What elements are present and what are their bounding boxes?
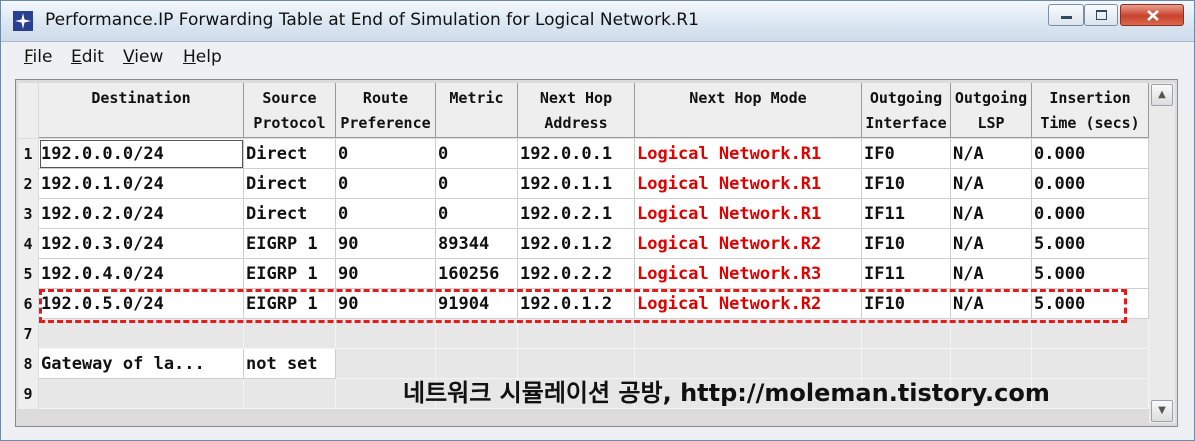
- close-icon: [1147, 10, 1159, 21]
- maximize-button[interactable]: [1084, 4, 1118, 26]
- table-cell[interactable]: Gateway of la...: [39, 349, 244, 379]
- column-header-outgoing-interface[interactable]: Outgoing Interface: [862, 83, 951, 138]
- table-cell[interactable]: N/A: [951, 169, 1032, 199]
- table-cell[interactable]: IF0: [862, 139, 951, 169]
- table-cell[interactable]: [244, 379, 336, 409]
- table-cell[interactable]: [951, 319, 1032, 349]
- column-header-next-hop-address[interactable]: Next Hop Address: [518, 83, 635, 138]
- table-cell[interactable]: 192.0.1.2: [518, 229, 635, 259]
- row-number[interactable]: 2: [18, 169, 38, 199]
- column-header-outgoing-lsp[interactable]: Outgoing LSP: [951, 83, 1032, 138]
- table-cell[interactable]: [244, 319, 336, 349]
- forwarding-table-window: Performance.IP Forwarding Table at End o…: [0, 0, 1195, 441]
- table-cell[interactable]: 0.000: [1032, 199, 1149, 229]
- table-cell[interactable]: [39, 379, 244, 409]
- column-header-next-hop-mode[interactable]: Next Hop Mode: [635, 83, 862, 138]
- table-cell[interactable]: 0: [436, 169, 518, 199]
- window-title: Performance.IP Forwarding Table at End o…: [45, 10, 699, 30]
- close-button[interactable]: [1120, 4, 1184, 26]
- opnet-star-icon: [13, 11, 33, 31]
- table-cell[interactable]: N/A: [951, 199, 1032, 229]
- table-cell[interactable]: [862, 319, 951, 349]
- table-cell[interactable]: Logical Network.R1: [635, 139, 862, 169]
- row-number[interactable]: 5: [18, 259, 38, 289]
- table-cell[interactable]: 0.000: [1032, 139, 1149, 169]
- table-cell[interactable]: N/A: [951, 139, 1032, 169]
- row-number[interactable]: 3: [18, 199, 38, 229]
- table-cell[interactable]: Direct: [244, 139, 336, 169]
- table-cell[interactable]: [436, 319, 518, 349]
- column-header-route-preference[interactable]: Route Preference: [336, 83, 436, 138]
- menu-view[interactable]: View: [123, 47, 163, 67]
- table-cell[interactable]: 192.0.4.0/24: [39, 259, 244, 289]
- title-bar[interactable]: Performance.IP Forwarding Table at End o…: [1, 1, 1194, 42]
- column-header-metric[interactable]: Metric: [436, 83, 518, 138]
- minimize-icon: [1061, 16, 1072, 19]
- row-highlight-annotation: [39, 289, 1127, 323]
- table-cell[interactable]: Logical Network.R1: [635, 169, 862, 199]
- table-cell[interactable]: 192.0.1.0/24: [39, 169, 244, 199]
- table-cell[interactable]: 0: [336, 139, 436, 169]
- table-cell[interactable]: EIGRP 1: [244, 229, 336, 259]
- table-cell[interactable]: [1032, 319, 1149, 349]
- table-cell[interactable]: IF11: [862, 199, 951, 229]
- table-cell[interactable]: not set: [244, 349, 336, 379]
- table-cell[interactable]: 90: [336, 229, 436, 259]
- table-cell[interactable]: [518, 319, 635, 349]
- scroll-up-button[interactable]: ▲: [1151, 84, 1173, 106]
- table-cell[interactable]: 90: [336, 259, 436, 289]
- row-number[interactable]: 8: [18, 349, 38, 379]
- table-cell[interactable]: Logical Network.R2: [635, 229, 862, 259]
- row-number[interactable]: 9: [18, 379, 38, 409]
- table-cell[interactable]: 192.0.2.2: [518, 259, 635, 289]
- scroll-down-button[interactable]: ▼: [1151, 400, 1173, 422]
- column-header-source-protocol[interactable]: Source Protocol: [244, 83, 336, 138]
- menu-help[interactable]: Help: [183, 47, 222, 67]
- table-cell[interactable]: Direct: [244, 199, 336, 229]
- menu-bar: File Edit View Help: [1, 43, 1194, 73]
- table-cell[interactable]: 0: [336, 199, 436, 229]
- table-cell[interactable]: IF10: [862, 169, 951, 199]
- table-cell[interactable]: 192.0.2.1: [518, 199, 635, 229]
- table-cell[interactable]: IF10: [862, 229, 951, 259]
- column-header-destination[interactable]: Destination: [39, 83, 244, 138]
- table-cell[interactable]: Direct: [244, 169, 336, 199]
- row-number[interactable]: 7: [18, 319, 38, 349]
- menu-file[interactable]: File: [24, 47, 52, 67]
- watermark-text: 네트워크 시뮬레이션 공방, http://moleman.tistory.co…: [403, 379, 1050, 407]
- table-cell[interactable]: 5.000: [1032, 259, 1149, 289]
- table-cell[interactable]: 5.000: [1032, 229, 1149, 259]
- table-cell[interactable]: 0: [336, 169, 436, 199]
- table-cell[interactable]: [39, 319, 244, 349]
- table-cell[interactable]: 192.0.3.0/24: [39, 229, 244, 259]
- maximize-icon: [1096, 10, 1107, 20]
- table-cell[interactable]: 0: [436, 199, 518, 229]
- table-cell[interactable]: N/A: [951, 229, 1032, 259]
- table-cell[interactable]: IF11: [862, 259, 951, 289]
- table-cell[interactable]: N/A: [951, 259, 1032, 289]
- table-cell[interactable]: 192.0.1.1: [518, 169, 635, 199]
- column-header-insertion-time[interactable]: Insertion Time (secs): [1032, 83, 1149, 138]
- table-cell[interactable]: 0.000: [1032, 169, 1149, 199]
- table-cell[interactable]: [635, 319, 862, 349]
- row-number[interactable]: 4: [18, 229, 38, 259]
- table-cell[interactable]: Logical Network.R3: [635, 259, 862, 289]
- table-cell[interactable]: Logical Network.R1: [635, 199, 862, 229]
- table-cell[interactable]: 160256: [436, 259, 518, 289]
- menu-edit[interactable]: Edit: [71, 47, 104, 67]
- table-cell[interactable]: [336, 319, 436, 349]
- row-number[interactable]: 1: [18, 139, 38, 169]
- header-corner: [18, 83, 38, 138]
- row-number[interactable]: 6: [18, 289, 38, 319]
- table-cell[interactable]: 192.0.2.0/24: [39, 199, 244, 229]
- table-cell[interactable]: 192.0.0.0/24: [39, 139, 244, 169]
- table-cell[interactable]: 0: [436, 139, 518, 169]
- table-cell[interactable]: 192.0.0.1: [518, 139, 635, 169]
- minimize-button[interactable]: [1048, 4, 1084, 26]
- table-cell[interactable]: EIGRP 1: [244, 259, 336, 289]
- vertical-scrollbar[interactable]: ▲ ▼: [1149, 83, 1175, 423]
- table-cell[interactable]: 89344: [436, 229, 518, 259]
